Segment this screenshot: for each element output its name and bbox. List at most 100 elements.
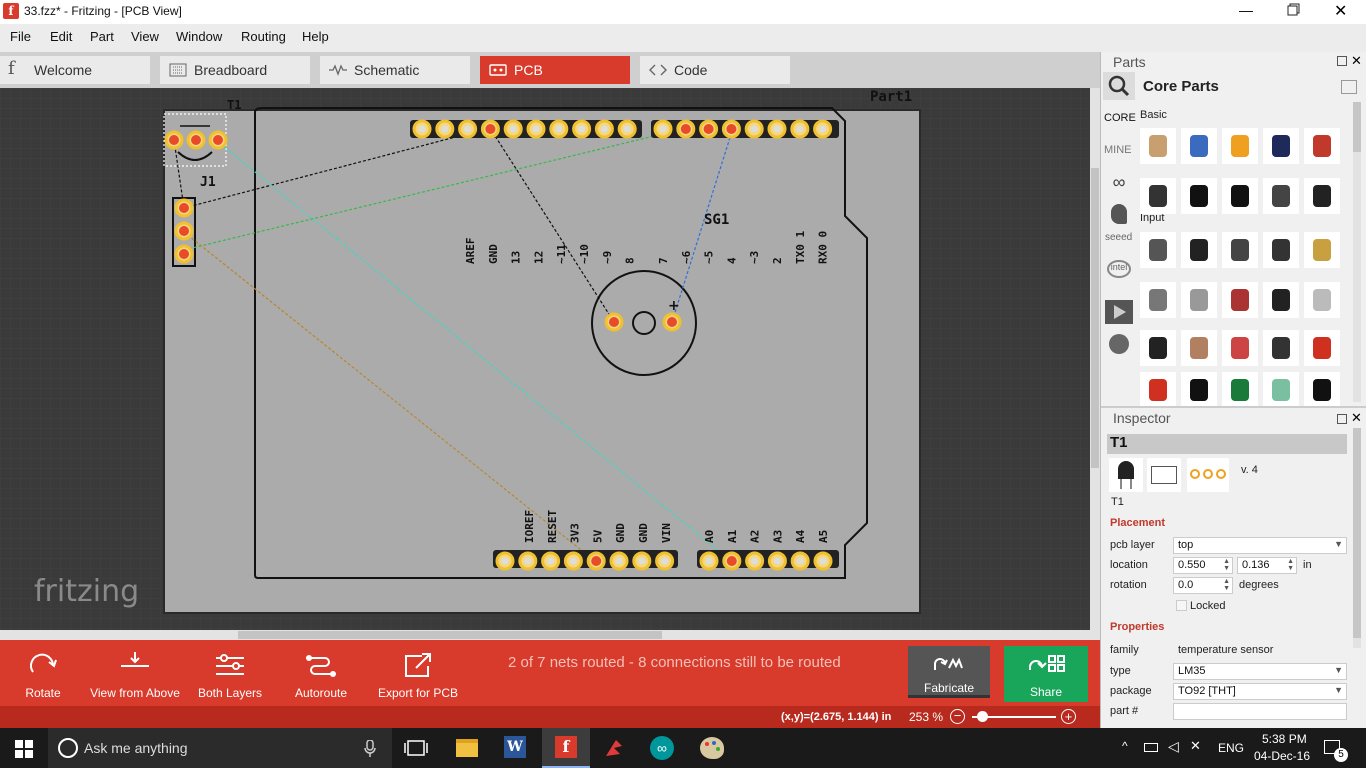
location-x-input[interactable]: 0.550 ▲ ▼ — [1173, 557, 1233, 574]
part-module-icon[interactable] — [1222, 372, 1258, 408]
fabricate-button[interactable]: Fabricate — [908, 646, 990, 698]
bin-sparkfun-icon[interactable] — [1111, 204, 1127, 224]
tab-code[interactable]: Code — [640, 56, 790, 84]
export-pcb-button[interactable]: Export for PCB — [376, 646, 460, 702]
paint-taskbar-icon[interactable] — [700, 737, 724, 759]
bin-intel-icon[interactable]: intel — [1107, 260, 1131, 278]
part-photocell-icon[interactable] — [1222, 330, 1258, 366]
bin-arduino-icon[interactable]: ∞ — [1105, 172, 1133, 192]
restore-button[interactable] — [1286, 2, 1304, 20]
part-pnp-transistor-icon[interactable] — [1181, 178, 1217, 214]
inspector-scrollbar[interactable] — [1353, 428, 1361, 648]
zoom-slider[interactable] — [972, 711, 1056, 722]
part-ir-receiver-icon[interactable] — [1263, 330, 1299, 366]
type-select[interactable]: LM35 ▼ — [1173, 663, 1347, 680]
word-icon[interactable]: W — [504, 736, 526, 758]
autoroute-button[interactable]: Autoroute — [288, 646, 354, 702]
battery-icon[interactable] — [1144, 743, 1158, 752]
language-indicator[interactable]: ENG — [1218, 741, 1244, 755]
part-pin-header-icon[interactable] — [1263, 232, 1299, 268]
menu-window[interactable]: Window — [176, 29, 222, 44]
task-view-icon[interactable] — [404, 739, 428, 757]
microphone-icon[interactable] — [364, 740, 376, 758]
menu-view[interactable]: View — [131, 29, 159, 44]
both-layers-button[interactable]: Both Layers — [196, 646, 264, 702]
tab-welcome[interactable]: f Welcome — [0, 56, 150, 84]
volume-icon[interactable]: ◁ — [1168, 738, 1179, 755]
bin-mine[interactable]: MINE — [1104, 144, 1132, 156]
part-fuse-icon[interactable] — [1181, 282, 1217, 318]
menu-part[interactable]: Part — [90, 29, 114, 44]
part-rotary-pot-icon[interactable] — [1181, 232, 1217, 268]
parts-scrollbar[interactable] — [1353, 102, 1361, 402]
part-diode-icon[interactable] — [1140, 178, 1176, 214]
zoom-slider-handle[interactable] — [977, 711, 988, 722]
inspector-close-button[interactable]: ✕ — [1351, 410, 1362, 426]
bin-sensor-icon[interactable] — [1109, 334, 1129, 354]
pcb-layer-select[interactable]: top ▼ — [1173, 537, 1347, 554]
menu-routing[interactable]: Routing — [241, 29, 286, 44]
part-number-input[interactable] — [1173, 703, 1347, 720]
package-select[interactable]: TO92 [THT] ▼ — [1173, 683, 1347, 700]
cortana-search-box[interactable]: Ask me anything — [48, 728, 392, 768]
pcb-canvas[interactable]: AREF GND 13 12 ~11 ~10 ~9 8 7 ~6 ~5 4 ~3 2 TX0 1 RX0 0 I… — [0, 88, 1090, 630]
show-hidden-icons[interactable]: ^ — [1122, 739, 1128, 753]
part-npn-transistor-icon[interactable] — [1222, 178, 1258, 214]
canvas-horizontal-scrollbar[interactable] — [0, 630, 1100, 640]
part-accelerometer-icon[interactable] — [1304, 330, 1340, 366]
part-knob-icon[interactable] — [1304, 232, 1340, 268]
view-from-above-button[interactable]: View from Above — [88, 646, 182, 702]
part-potentiometer-icon[interactable] — [1140, 232, 1176, 268]
menu-help[interactable]: Help — [302, 29, 329, 44]
part-temp-sensor-icon[interactable] — [1181, 372, 1217, 408]
menu-edit[interactable]: Edit — [50, 29, 72, 44]
part-slide-pot-icon[interactable] — [1222, 232, 1258, 268]
canvas-vertical-scrollbar[interactable] — [1090, 88, 1100, 630]
clock-time[interactable]: 5:38 PM — [1262, 732, 1307, 746]
rotate-button[interactable]: Rotate — [10, 646, 76, 702]
search-icon[interactable] — [1103, 72, 1135, 100]
zoom-in-button[interactable]: + — [1061, 709, 1076, 724]
parts-float-button[interactable] — [1337, 56, 1347, 66]
part-voltage-regulator-icon[interactable] — [1263, 178, 1299, 214]
parts-close-button[interactable]: ✕ — [1351, 53, 1362, 69]
windows-start-icon[interactable] — [15, 740, 33, 758]
part-pushbutton-icon[interactable] — [1222, 282, 1258, 318]
bin-play-icon[interactable] — [1105, 300, 1133, 324]
close-button[interactable]: ✕ — [1334, 1, 1350, 21]
bin-seeed-icon[interactable]: seeed — [1105, 232, 1132, 243]
part-electrolytic-capacitor-icon[interactable] — [1222, 128, 1258, 164]
part-tilt-switch-icon[interactable] — [1304, 282, 1340, 318]
zoom-out-button[interactable]: − — [950, 709, 965, 724]
inspector-float-button[interactable] — [1337, 414, 1347, 424]
locked-checkbox[interactable] — [1176, 600, 1187, 611]
clock-date[interactable]: 04-Dec-16 — [1254, 749, 1310, 763]
part-antenna-icon[interactable] — [1304, 372, 1340, 408]
part-sensor-icon[interactable] — [1140, 330, 1176, 366]
bin-core[interactable]: CORE — [1104, 112, 1136, 124]
part-resistor-icon[interactable] — [1140, 128, 1176, 164]
fritzing-taskbar-button[interactable]: f — [542, 728, 590, 768]
arduino-taskbar-icon[interactable]: ∞ — [650, 736, 674, 760]
rotation-input[interactable]: 0.0 ▲ ▼ — [1173, 577, 1233, 594]
bin-menu-button[interactable] — [1341, 80, 1357, 94]
menu-file[interactable]: File — [10, 29, 31, 44]
part-rotary-encoder-icon[interactable] — [1140, 282, 1176, 318]
share-button[interactable]: Share — [1004, 646, 1088, 702]
app-taskbar-icon[interactable] — [602, 736, 626, 760]
network-icon[interactable]: ✕ — [1190, 738, 1201, 754]
part-wire-icon[interactable] — [1181, 330, 1217, 366]
tab-schematic[interactable]: Schematic — [320, 56, 470, 84]
part-reed-switch-icon[interactable] — [1263, 372, 1299, 408]
part-switch-icon[interactable] — [1263, 282, 1299, 318]
part-mystery-part-icon[interactable] — [1304, 178, 1340, 214]
location-y-input[interactable]: 0.136 ▲ ▼ — [1237, 557, 1297, 574]
tab-pcb[interactable]: PCB — [480, 56, 630, 84]
tab-breadboard[interactable]: Breadboard — [160, 56, 310, 84]
part-capacitor-icon[interactable] — [1181, 128, 1217, 164]
part-breakout-board-icon[interactable] — [1140, 372, 1176, 408]
part-inductor-icon[interactable] — [1304, 128, 1340, 164]
minimize-button[interactable]: — — [1236, 0, 1256, 24]
part-battery-icon[interactable] — [1263, 128, 1299, 164]
file-explorer-icon[interactable] — [456, 739, 478, 757]
